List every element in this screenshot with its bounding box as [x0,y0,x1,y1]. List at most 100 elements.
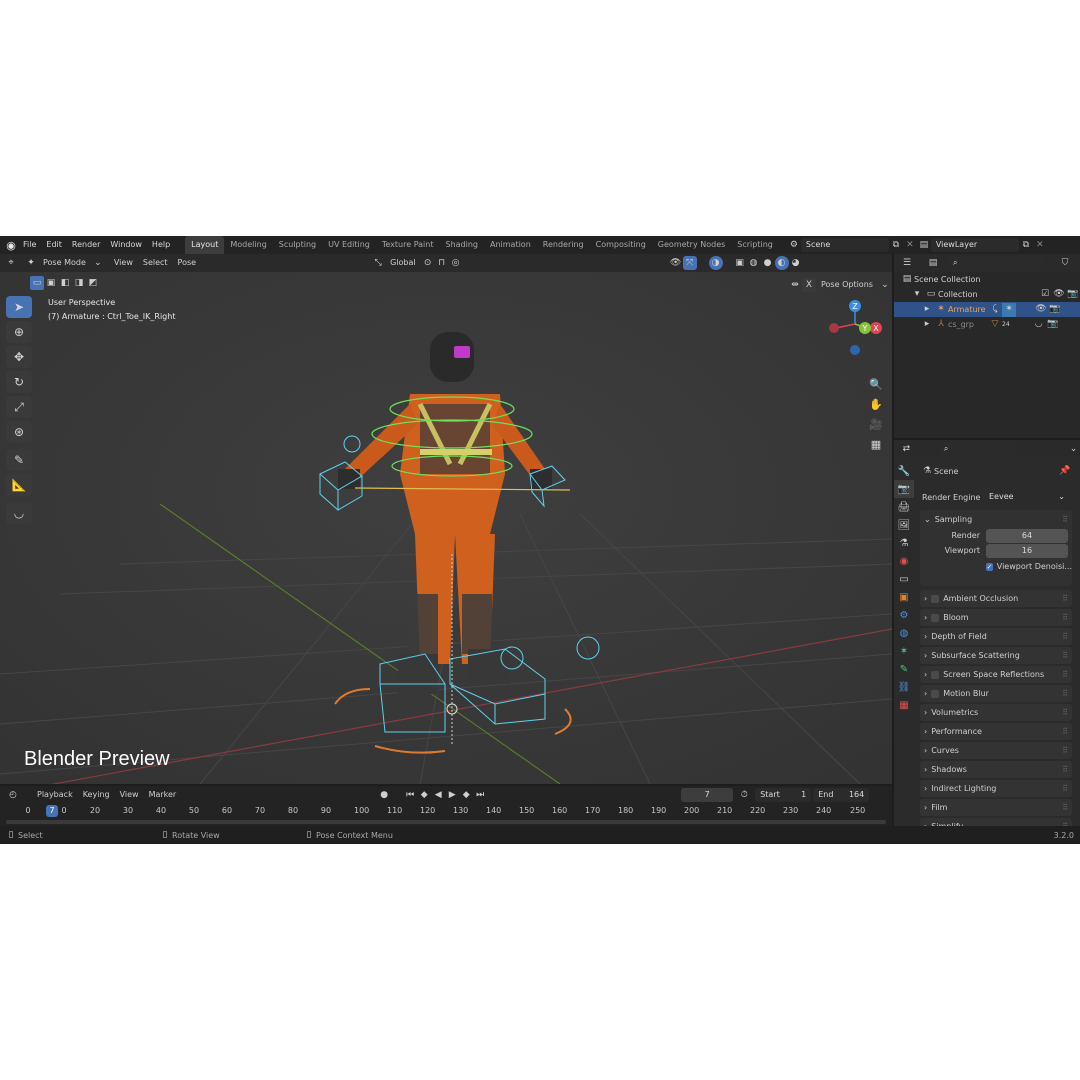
workspace-tab-animation[interactable]: Animation [484,236,537,254]
workspace-tab-geometry-nodes[interactable]: Geometry Nodes [652,236,731,254]
expand-arrow-icon[interactable]: ▸ [920,318,934,332]
properties-search-input[interactable]: ⌕ [938,442,1018,456]
select-invert-icon[interactable]: ◨ [72,276,86,290]
new-view-layer-icon[interactable]: ⧉ [1019,238,1033,252]
playhead-frame-marker[interactable]: 7 [46,805,58,817]
relax-pose-tool-icon[interactable]: ◡ [6,502,32,524]
select-new-icon[interactable]: ▭ [30,276,44,290]
menu-edit[interactable]: Edit [41,236,67,254]
bone-tab-icon[interactable]: ✎ [894,660,914,678]
drag-handle-icon[interactable]: ⠿ [1062,670,1068,679]
eye-icon[interactable]: 👁 [1034,303,1048,317]
camera-icon[interactable]: 📷 [1048,303,1062,317]
frame-ruler[interactable]: 0 7 0 20 30 40 50 60 70 80 90 100 110 120 130 140 150 160… [0,804,892,818]
annotate-tool-icon[interactable]: ✎ [6,449,32,471]
view-layer-field[interactable]: ViewLayer [930,238,1019,252]
display-mode-icon[interactable]: ▤ [926,256,940,270]
eye-icon[interactable]: 👁 [1052,288,1066,302]
jump-start-icon[interactable]: ⏮ [403,788,417,802]
ortho-grid-icon[interactable]: ▦ [866,434,886,454]
delete-scene-icon[interactable]: ✕ [903,238,917,252]
visibility-icon[interactable]: 👁 [669,256,683,270]
panel-enable-checkbox[interactable] [931,613,940,622]
overlays-icon[interactable]: ◑ [708,256,723,270]
drag-handle-icon[interactable]: ⠿ [1062,765,1068,774]
drag-handle-icon[interactable]: ⠿ [1062,613,1068,622]
shading-rendered-icon[interactable]: ◕ [789,256,803,270]
workspace-tab-compositing[interactable]: Compositing [590,236,652,254]
camera-icon[interactable]: 📷 [1046,318,1060,332]
rotate-tool-icon[interactable]: ↻ [6,371,32,393]
world-tab-icon[interactable]: ◉ [894,552,914,570]
gizmo-toggle-icon[interactable]: ⤧ [682,256,697,270]
viewport-menu-select[interactable]: Select [138,254,173,272]
panel-enable-checkbox[interactable] [931,670,940,679]
x-mirror-icon[interactable]: X [802,278,816,292]
mode-selector[interactable]: Pose Mode [38,254,91,272]
start-frame-input[interactable]: Start 1 [755,788,812,802]
jump-end-icon[interactable]: ⏭ [473,788,487,802]
output-tab-icon[interactable]: 🖨 [894,498,914,516]
expand-arrow-icon[interactable]: ▸ [920,303,934,317]
view-layer-icon[interactable]: ▤ [917,238,931,252]
workspace-tab-scripting[interactable]: Scripting [731,236,779,254]
outliner-item-armature[interactable]: ▸ ✶ Armature ⤹ ✶ 👁 📷 [894,302,1080,317]
shading-wireframe-icon[interactable]: ◍ [747,256,761,270]
end-frame-input[interactable]: End 164 [813,788,870,802]
select-box-tool-icon[interactable]: ➤ [6,296,32,318]
include-checkbox-icon[interactable]: ☑ [1038,288,1052,302]
timeline-scrollbar[interactable] [6,820,886,824]
camera-view-icon[interactable]: 🎥 [866,414,886,434]
blender-logo-icon[interactable]: ◉ [4,238,18,252]
record-icon[interactable]: ● [377,788,391,802]
prev-keyframe-icon[interactable]: ◆ [417,788,431,802]
new-scene-icon[interactable]: ⧉ [889,238,903,252]
select-extend-icon[interactable]: ▣ [44,276,58,290]
scene-selector-icon[interactable]: ⚙ [787,238,801,252]
chevron-down-icon[interactable]: ⌄ [1067,442,1080,456]
menu-render[interactable]: Render [67,236,105,254]
pivot-point-icon[interactable]: ⊙ [421,256,435,270]
panel-motion-blur[interactable]: › Motion Blur ⠿ [920,685,1072,702]
measure-tool-icon[interactable]: 📐 [6,474,32,496]
drag-handle-icon[interactable]: ⠿ [1062,746,1068,755]
drag-handle-icon[interactable]: ⠿ [1062,594,1068,603]
select-subtract-icon[interactable]: ◧ [58,276,72,290]
play-icon[interactable]: ▶ [445,788,459,802]
transform-tool-icon[interactable]: ⊛ [6,421,32,443]
panel-bloom[interactable]: › Bloom ⠿ [920,609,1072,626]
workspace-tab-shading[interactable]: Shading [439,236,484,254]
camera-icon[interactable]: 📷 [1066,288,1080,302]
timeline-menu-marker[interactable]: Marker [144,786,182,804]
play-reverse-icon[interactable]: ◀ [431,788,445,802]
panel-performance[interactable]: › Performance ⠿ [920,723,1072,740]
viewport-menu-view[interactable]: View [109,254,138,272]
properties-editor-icon[interactable]: ⇄ [900,442,913,456]
denoise-checkbox[interactable]: ✓ [986,562,993,571]
menu-help[interactable]: Help [147,236,175,254]
pin-icon[interactable]: 📌 [1058,464,1072,478]
panel-enable-checkbox[interactable] [931,689,940,698]
zoom-icon[interactable]: 🔍 [866,374,886,394]
panel-enable-checkbox[interactable] [931,594,940,603]
menu-file[interactable]: File [18,236,41,254]
workspace-tab-uv-editing[interactable]: UV Editing [322,236,376,254]
viewport-samples-input[interactable]: 16 [986,543,1068,558]
object-data-tab-icon[interactable]: ✶ [894,642,914,660]
object-tab-icon[interactable]: ▣ [894,588,914,606]
panel-curves[interactable]: › Curves ⠿ [920,742,1072,759]
editor-type-icon[interactable]: ⌖ [4,256,18,270]
workspace-tab-layout[interactable]: Layout [185,236,225,254]
timeline-editor-icon[interactable]: ◴ [6,788,20,802]
timeline-menu-playback[interactable]: Playback [32,786,78,804]
collection-tab-icon[interactable]: ▭ [894,570,914,588]
xray-icon[interactable]: ▣ [733,256,747,270]
timeline-menu-view[interactable]: View [115,786,144,804]
proportional-edit-icon[interactable]: ◎ [449,256,463,270]
next-keyframe-icon[interactable]: ◆ [459,788,473,802]
drag-handle-icon[interactable]: ⠿ [1062,708,1068,717]
render-samples-input[interactable]: 64 [986,528,1068,543]
drag-handle-icon[interactable]: ⠿ [1062,651,1068,660]
panel-screen-space-reflections[interactable]: › Screen Space Reflections ⠿ [920,666,1072,683]
outliner-item-cs-grp[interactable]: ▸ ⅄ cs_grp ▽ 24 ◡ 📷 [894,317,1080,332]
